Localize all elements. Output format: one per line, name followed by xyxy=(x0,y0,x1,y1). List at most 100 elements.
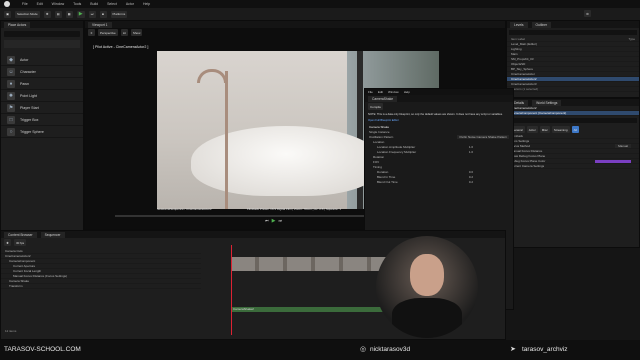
bp-value[interactable]: 0.2 xyxy=(469,175,473,179)
bp-value[interactable]: 1.0 xyxy=(469,145,473,149)
place-item-label: Trigger Box xyxy=(20,117,39,122)
bp-row-blend-out[interactable]: Blend Out Time 0.2 xyxy=(365,180,513,185)
bp-row-label: Oscillation Pattern xyxy=(369,134,394,139)
play-icon[interactable]: ▶ xyxy=(76,10,85,18)
menu-bar: File Edit Window Tools Build Select Acto… xyxy=(0,0,640,8)
bp-row-label: Location Frequency Multiplier xyxy=(377,149,417,154)
bp-menu-edit[interactable]: Edit xyxy=(378,90,383,94)
color-swatch[interactable] xyxy=(595,159,631,163)
place-item-label: Player Start xyxy=(20,105,39,110)
perspective-button[interactable]: Perspective xyxy=(98,29,118,36)
add-actor-icon[interactable]: ✚ xyxy=(43,10,51,18)
open-full-editor-link[interactable]: Open Full Blueprint Editor xyxy=(365,119,513,122)
track-row[interactable]: Transform xyxy=(1,284,201,289)
instagram-icon: ◎ xyxy=(360,346,367,353)
menu-actor[interactable]: Actor xyxy=(126,2,134,6)
filter-actor[interactable]: Actor xyxy=(526,126,538,133)
place-item-trigger-sphere[interactable]: ○ Trigger Sphere xyxy=(1,126,83,138)
platforms-button[interactable]: Platforms xyxy=(110,10,128,18)
details-panel: Details World Settings CineCameraActor2 … xyxy=(506,98,640,248)
details-search-input[interactable] xyxy=(509,118,637,123)
lit-button[interactable]: Lit xyxy=(120,29,128,36)
filter-streaming[interactable]: Streaming xyxy=(551,126,570,133)
tab-world-settings[interactable]: World Settings xyxy=(532,99,562,106)
place-item-label: Actor xyxy=(20,57,29,62)
forward-icon[interactable]: ⏭ xyxy=(278,218,282,224)
menu-build[interactable]: Build xyxy=(90,2,98,6)
column-type[interactable]: Type xyxy=(628,37,635,41)
blueprint-icon[interactable]: ▤ xyxy=(54,10,62,18)
place-item-label: Pawn xyxy=(20,81,29,86)
filter-misc[interactable]: Misc xyxy=(539,126,550,133)
faucet-pipe xyxy=(225,71,228,209)
tab-viewport[interactable]: Viewport 1 xyxy=(88,21,112,28)
camera-cut-thumbnails[interactable] xyxy=(231,257,401,271)
bp-value[interactable]: 0.2 xyxy=(469,180,473,184)
tab-place-actors[interactable]: Place Actors xyxy=(4,21,31,28)
menu-select[interactable]: Select xyxy=(107,2,117,6)
pattern-dropdown[interactable]: Perlin Noise Camera Shake Pattern xyxy=(457,134,509,139)
details-component[interactable]: CameraComponent (CameraComponent) xyxy=(507,111,639,116)
school-watermark: TARASOV-SCHOOL.COM xyxy=(4,346,81,353)
menu-help[interactable]: Help xyxy=(143,2,150,6)
filmback-label: Filmback Preset: 16:9 Digital Film | Zoo… xyxy=(247,207,341,211)
place-item-trigger-box[interactable]: □ Trigger Box xyxy=(1,114,83,126)
cinematics-icon[interactable]: ▦ xyxy=(65,10,73,18)
ue-logo-icon[interactable] xyxy=(4,1,10,7)
tab-content-browser[interactable]: Content Browser xyxy=(4,231,37,238)
search-input[interactable] xyxy=(4,31,80,37)
details-row[interactable]: Current Camera Settings xyxy=(507,164,639,169)
instagram-handle: nicktarasov3d xyxy=(370,346,411,353)
place-item-actor[interactable]: ◆ Actor xyxy=(1,54,83,66)
tab-outliner[interactable]: Outliner xyxy=(531,21,552,28)
data-only-note: NOTE: This is a data only blueprint, so … xyxy=(368,113,503,116)
place-item-point-light[interactable]: ✹ Point Light xyxy=(1,90,83,102)
bp-value[interactable]: 0.0 xyxy=(469,170,473,174)
menu-tools[interactable]: Tools xyxy=(73,2,81,6)
place-item-character[interactable]: ☺ Character xyxy=(1,66,83,78)
place-item-player-start[interactable]: ⚑ Player Start xyxy=(1,102,83,114)
fps-dropdown[interactable]: 30 fps xyxy=(14,239,27,246)
save-icon[interactable]: ▣ xyxy=(4,10,11,18)
filter-all[interactable]: All xyxy=(571,126,579,133)
outliner-count: 3 actors (1 selected) xyxy=(507,87,639,92)
sequence-label: NewLevelSequence / CineCameraActor2 xyxy=(157,207,212,211)
bp-menu-help[interactable]: Help xyxy=(404,90,410,94)
menu-window[interactable]: Window xyxy=(52,2,64,6)
place-actors-panel: Place Actors ◆ Actor ☺ Character ● Pawn ✹ Po… xyxy=(0,20,84,235)
focus-method-dropdown[interactable]: Manual xyxy=(615,144,631,148)
outliner-search-input[interactable] xyxy=(509,30,637,35)
show-button[interactable]: Show xyxy=(130,29,143,36)
tab-sequencer[interactable]: Sequencer xyxy=(40,231,65,238)
place-item-pawn[interactable]: ● Pawn xyxy=(1,78,83,90)
trigger-sphere-icon: ○ xyxy=(7,127,15,136)
bathtub xyxy=(191,126,381,196)
camera-shake-clip[interactable]: CameraShake2 xyxy=(231,307,391,312)
add-track-icon[interactable]: ✚ xyxy=(4,239,11,246)
main-toolbar: ▣ Selection Mode ✚ ▤ ▦ ▶ ⏭ ■ Platforms ⚙ xyxy=(0,8,640,20)
settings-button[interactable]: ⚙ xyxy=(584,10,591,17)
rewind-icon[interactable]: ⏮ xyxy=(265,218,269,224)
column-item-label[interactable]: Item Label xyxy=(511,37,525,41)
character-icon: ☺ xyxy=(7,67,15,76)
tab-levels[interactable]: Levels xyxy=(510,21,528,28)
step-icon[interactable]: ⏭ xyxy=(88,10,96,18)
tab-camera-shake[interactable]: CameraShake xyxy=(368,95,398,102)
details-row-label: Debug Focus Plane Color xyxy=(511,159,546,163)
selection-mode-button[interactable]: Selection Mode xyxy=(15,10,40,18)
menu-file[interactable]: File xyxy=(22,2,28,6)
presenter-body xyxy=(392,298,462,338)
stop-icon[interactable]: ■ xyxy=(99,10,107,18)
actor-icon: ◆ xyxy=(7,55,15,64)
telegram-icon: ➤ xyxy=(510,346,516,353)
viewport-menu-icon[interactable]: ≡ xyxy=(88,29,95,36)
playhead[interactable] xyxy=(231,245,232,335)
bp-menu-file[interactable]: File xyxy=(368,90,373,94)
category-bar[interactable] xyxy=(4,40,80,48)
bp-menu-window[interactable]: Window xyxy=(388,90,399,94)
compile-button[interactable]: Compile xyxy=(368,103,384,110)
menu-edit[interactable]: Edit xyxy=(37,2,43,6)
bp-row-label: Blend In Time xyxy=(377,174,396,179)
bp-value[interactable]: 1.0 xyxy=(469,150,473,154)
viewport-play-icon[interactable]: ▶ xyxy=(272,218,276,224)
